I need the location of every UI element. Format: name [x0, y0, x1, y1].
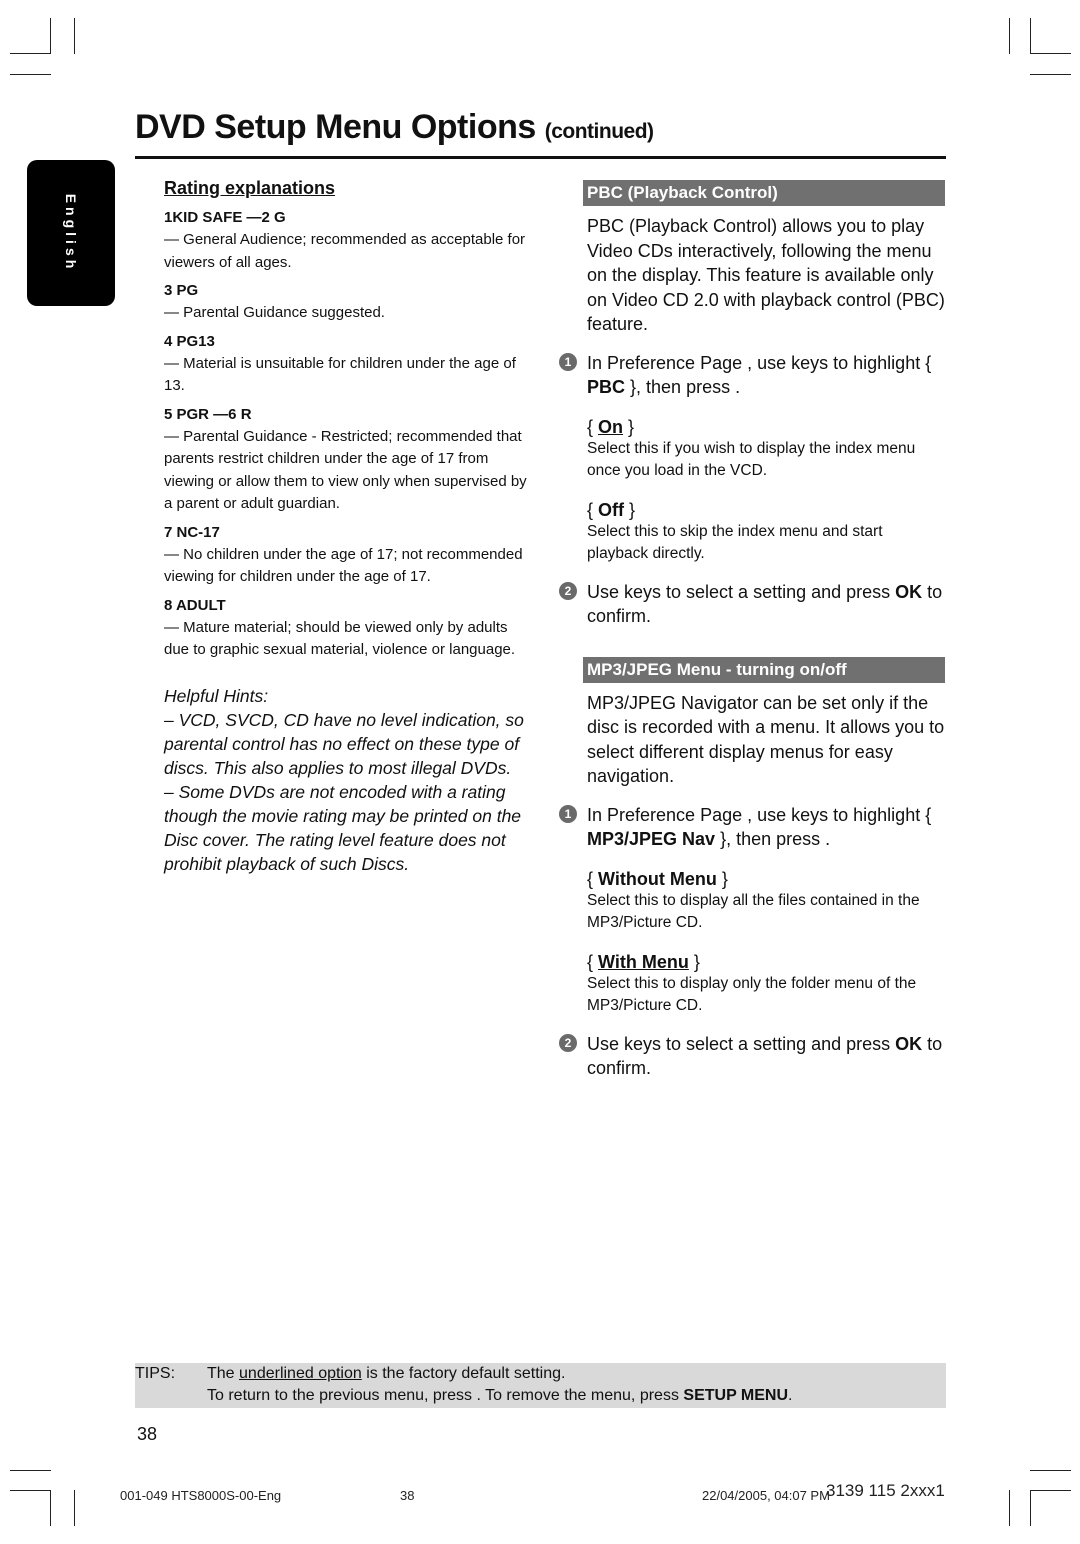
rating-name: 8 ADULT: [164, 596, 226, 614]
pbc-step-1: 1 In Preference Page , use keys to highl…: [559, 351, 947, 400]
pbc-section: PBC (Playback Control) PBC (Playback Con…: [559, 180, 947, 629]
option-desc: Select this if you wish to display the i…: [587, 439, 916, 480]
rating-name: 5 PGR —6 R: [164, 405, 252, 423]
rating-name: 1KID SAFE —2 G: [164, 209, 286, 226]
step-text: In Preference Page , use keys to highlig…: [587, 352, 932, 373]
step-keyword: MP3/JPEG Nav: [587, 829, 716, 849]
crop-mark: [50, 1490, 51, 1526]
footer-code: 3139 115 2xxx1: [826, 1481, 945, 1500]
rating-explanations-section: Rating explanations 1KID SAFE —2 G — Gen…: [164, 178, 529, 876]
crop-mark: [1009, 18, 1010, 54]
page-number: 38: [137, 1424, 158, 1444]
hint-item: – VCD, SVCD, CD have no level indication…: [164, 709, 524, 778]
option-with-menu: { With Menu }: [587, 951, 700, 972]
rating-name: 4 PG13: [164, 332, 215, 350]
tips-line-2: To return to the previous menu, press . …: [207, 1387, 792, 1405]
tips-text: .: [788, 1387, 793, 1404]
step-text: }, then press .: [625, 377, 741, 397]
title-suffix: (continued): [544, 120, 654, 143]
crop-mark: [74, 18, 75, 54]
helpful-hints: Helpful Hints: – VCD, SVCD, CD have no l…: [164, 684, 529, 876]
crop-mark: [10, 1490, 51, 1491]
mp3-intro: MP3/JPEG Navigator can be set only if th…: [587, 692, 945, 787]
tips-label: TIPS:: [135, 1365, 176, 1382]
option-name: With Menu: [598, 951, 689, 972]
footer-date: 22/04/2005, 04:07 PM: [702, 1488, 830, 1503]
crop-mark: [1030, 53, 1071, 54]
rating-item: 7 NC-17 — No children under the age of 1…: [164, 522, 529, 589]
rating-desc: — General Audience; recommended as accep…: [164, 231, 526, 271]
mp3-section-header: MP3/JPEG Menu - turning on/off: [583, 656, 945, 683]
option-desc: Select this to skip the index menu and s…: [587, 522, 883, 563]
footer-page: 38: [400, 1488, 415, 1503]
rating-name: 7 NC-17: [164, 523, 220, 541]
crop-mark: [1030, 74, 1071, 75]
step-1-badge-icon: 1: [559, 352, 577, 371]
crop-mark: [10, 53, 51, 54]
crop-mark: [1030, 1490, 1031, 1526]
right-column: PBC (Playback Control) PBC (Playback Con…: [559, 180, 947, 1081]
language-tab: English: [27, 160, 115, 306]
option-off: { Off }: [587, 499, 636, 520]
rating-item: 8 ADULT — Mature material; should be vie…: [164, 595, 529, 662]
crop-mark: [74, 1490, 75, 1526]
tips-box: TIPS: The underlined option is the facto…: [135, 1363, 946, 1408]
tips-underlined: underlined option: [239, 1365, 362, 1382]
mp3-step-2: 2 Use keys to select a setting and press…: [559, 1032, 947, 1081]
rating-desc: — Material is unsuitable for children un…: [164, 354, 516, 395]
tips-text: To return to the previous menu, press . …: [207, 1387, 684, 1404]
tips-text: is the factory default setting.: [361, 1365, 566, 1382]
step-text: In Preference Page , use keys to highlig…: [587, 804, 932, 825]
rating-name: 3 PG: [164, 282, 199, 299]
tips-keyword: SETUP MENU: [683, 1387, 788, 1404]
option-on: { On }: [587, 416, 635, 437]
step-text: Use keys to select a setting and press: [587, 581, 896, 602]
rating-item: 5 PGR —6 R — Parental Guidance - Restric…: [164, 404, 529, 516]
tips-line-1: The underlined option is the factory def…: [207, 1365, 565, 1383]
step-2-badge-icon: 2: [559, 581, 577, 600]
step-text: }, then press .: [715, 829, 831, 849]
tips-text: The: [207, 1365, 240, 1382]
language-label: English: [63, 193, 79, 273]
title-rule: [135, 156, 946, 159]
mp3-section: MP3/JPEG Menu - turning on/off MP3/JPEG …: [559, 656, 947, 1081]
crop-mark: [10, 74, 51, 75]
footer-file: 001-049 HTS8000S-00-Eng: [120, 1488, 282, 1503]
crop-mark: [1030, 1470, 1071, 1471]
step-1-badge-icon: 1: [559, 804, 577, 823]
step-text: Use keys to select a setting and press: [587, 1033, 896, 1054]
rating-heading: Rating explanations: [164, 178, 336, 198]
rating-desc: — Parental Guidance - Restricted; recomm…: [164, 427, 527, 513]
crop-mark: [1030, 18, 1031, 54]
pbc-step-2: 2 Use keys to select a setting and press…: [559, 580, 947, 629]
rating-desc: — No children under the age of 17; not r…: [164, 545, 523, 586]
step-2-badge-icon: 2: [559, 1033, 577, 1052]
rating-item: 1KID SAFE —2 G — General Audience; recom…: [164, 207, 529, 274]
hint-item: – Some DVDs are not encoded with a ratin…: [164, 781, 522, 874]
option-name: On: [598, 416, 624, 437]
step-keyword: PBC: [587, 377, 626, 397]
crop-mark: [1030, 1490, 1071, 1491]
step-keyword: OK: [895, 581, 923, 602]
option-name: Without Menu: [598, 868, 717, 889]
pbc-section-header: PBC (Playback Control): [583, 180, 945, 206]
hints-title: Helpful Hints:: [164, 685, 269, 706]
step-keyword: OK: [895, 1033, 923, 1054]
option-desc: Select this to display only the folder m…: [587, 974, 917, 1015]
title-text: DVD Setup Menu Options: [135, 108, 536, 146]
rating-desc: — Parental Guidance suggested.: [164, 304, 385, 321]
page-title: DVD Setup Menu Options (continued): [135, 108, 654, 147]
option-without-menu: { Without Menu }: [587, 868, 728, 889]
option-desc: Select this to display all the files con…: [587, 891, 920, 932]
pbc-intro: PBC (Playback Control) allows you to pla…: [587, 216, 945, 334]
rating-item: 4 PG13 — Material is unsuitable for chil…: [164, 331, 529, 398]
crop-mark: [1009, 1490, 1010, 1526]
rating-item: 3 PG — Parental Guidance suggested.: [164, 280, 529, 325]
rating-desc: — Mature material; should be viewed only…: [164, 618, 516, 659]
crop-mark: [10, 1470, 51, 1471]
option-name: Off: [598, 499, 625, 520]
crop-mark: [50, 18, 51, 54]
mp3-step-1: 1 In Preference Page , use keys to highl…: [559, 803, 947, 852]
